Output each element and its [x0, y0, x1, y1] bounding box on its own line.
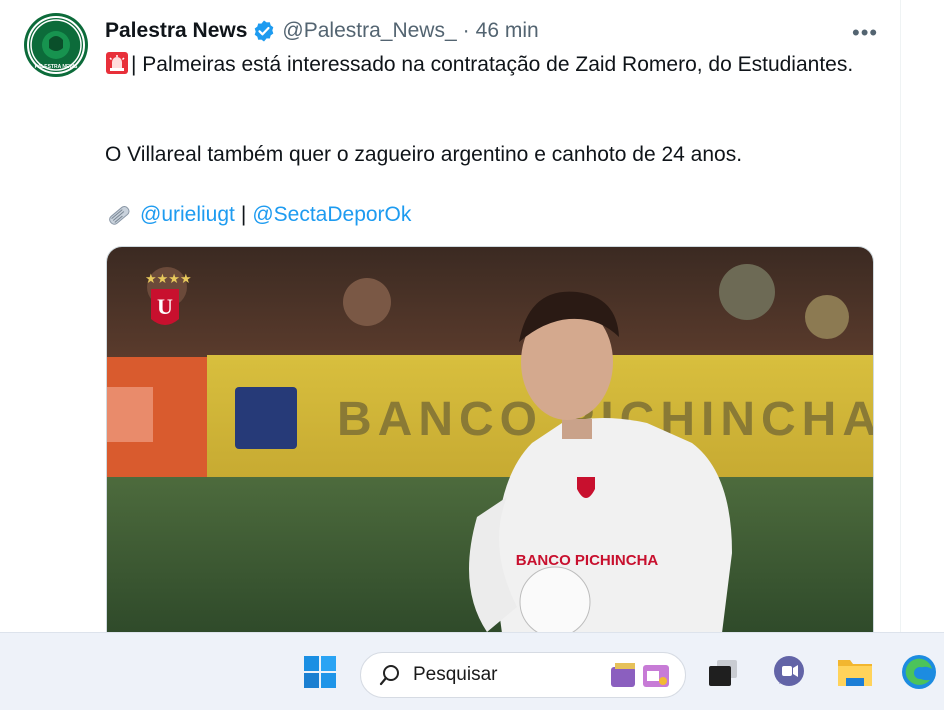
mention-link-1[interactable]: @urieliugt: [140, 200, 235, 229]
newspaper-emoji-icon: [105, 203, 133, 227]
task-view-icon[interactable]: [704, 653, 742, 691]
avatar[interactable]: PALESTRA NEWS: [24, 13, 88, 77]
shirt-crest-letter: U: [580, 477, 593, 497]
search-placeholder: Pesquisar: [413, 664, 498, 685]
timestamp[interactable]: 46 min: [476, 19, 539, 43]
tweet-text-paragraph2: O Villareal também quer o zagueiro argen…: [105, 143, 743, 166]
handle[interactable]: @Palestra_News_: [282, 19, 456, 43]
mention-separator: |: [240, 203, 247, 226]
search-highlight-icon: [611, 663, 669, 687]
svg-text:PALESTRA NEWS: PALESTRA NEWS: [35, 64, 78, 70]
tweet-card[interactable]: PALESTRA NEWS Palestra News @Palestra_Ne…: [0, 0, 900, 632]
file-explorer-icon[interactable]: [836, 653, 874, 691]
more-options-icon[interactable]: •••: [852, 20, 878, 46]
mention-link-2[interactable]: @SectaDeporOk: [252, 200, 411, 229]
siren-emoji-icon: [105, 51, 129, 75]
avatar-logo: PALESTRA NEWS: [27, 16, 85, 74]
windows-start-icon[interactable]: [301, 653, 339, 691]
edge-browser-icon[interactable]: [900, 653, 938, 691]
display-name[interactable]: Palestra News: [105, 19, 247, 43]
taskbar-search-box[interactable]: Pesquisar: [360, 652, 686, 698]
tweet-text-line1: | Palmeiras está interessado na contrata…: [105, 50, 865, 79]
teams-chat-icon[interactable]: [770, 653, 808, 691]
windows-taskbar: Pesquisar: [0, 632, 944, 710]
tweet-media-image[interactable]: BANCO PICHINCHA ★★★★ U U BANCO PICHINCHA: [106, 246, 874, 632]
search-icon: [379, 664, 401, 686]
tweet-text-paragraph1: | Palmeiras está interessado na contrata…: [131, 53, 854, 76]
player-photo: BANCO PICHINCHA ★★★★ U U BANCO PICHINCHA: [107, 247, 873, 632]
crest-stars: ★★★★: [145, 272, 192, 287]
separator-dot: ·: [462, 19, 470, 42]
mentions-row: @urieliugt | @SectaDeporOk: [105, 200, 865, 229]
shirt-sponsor: BANCO PICHINCHA: [516, 552, 659, 569]
crest-letter: U: [157, 294, 173, 319]
timeline-border: [900, 0, 901, 632]
verified-badge-icon: [252, 19, 276, 43]
tweet-header: Palestra News @Palestra_News_ · 46 min: [105, 17, 539, 45]
